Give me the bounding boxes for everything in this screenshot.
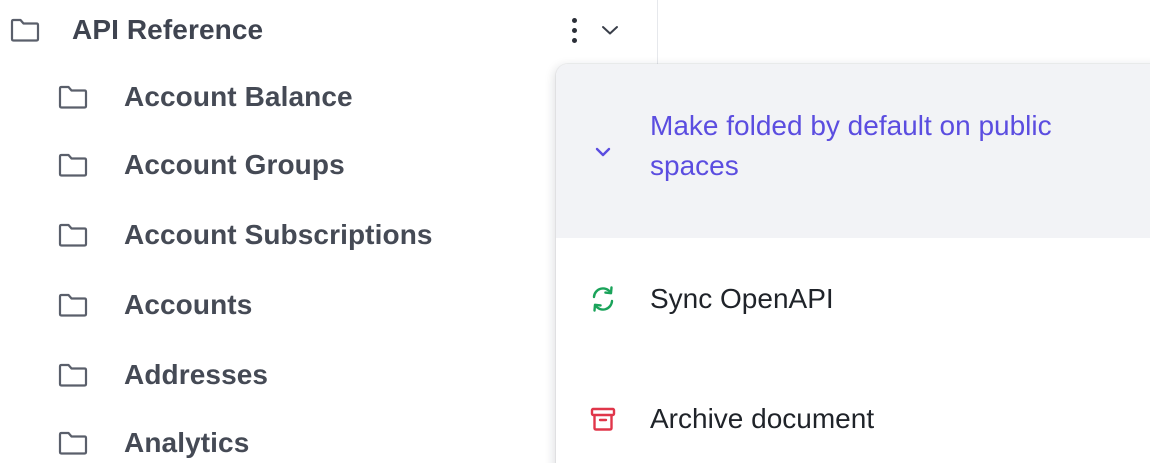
menu-item-sync-openapi[interactable]: Sync OpenAPI [556,274,1150,324]
kebab-dot [571,37,577,43]
tree-item-addresses[interactable]: Addresses [56,355,268,395]
menu-item-label: Sync OpenAPI [650,283,834,314]
tree-item-analytics[interactable]: Analytics [56,423,249,463]
folder-icon [56,221,90,249]
menu-item-label: Make folded by default on public spaces [650,110,1052,181]
tree-item-label: Account Subscriptions [124,219,433,250]
folder-icon [56,151,90,179]
tree-item-label: Accounts [124,289,253,320]
tree-item-account-groups[interactable]: Account Groups [56,145,345,185]
kebab-dot [571,27,577,33]
menu-item-fold-by-default[interactable]: Make folded by default on public spaces [556,64,1150,238]
more-actions-button[interactable] [560,10,588,50]
page: API Reference Account Balance Account Gr… [0,0,1150,463]
folder-icon [56,83,90,111]
menu-item-label: Archive document [650,403,875,434]
tree-item-label: API Reference [72,14,264,45]
context-menu: Make folded by default on public spaces … [556,64,1150,463]
tree-item-accounts[interactable]: Accounts [56,285,252,325]
folder-icon [56,429,90,457]
tree-item-api-reference[interactable]: API Reference [8,10,263,50]
panel-divider [657,0,658,64]
tree-item-account-subscriptions[interactable]: Account Subscriptions [56,215,433,255]
chevron-down-icon [588,137,618,167]
archive-icon [588,404,618,434]
folder-icon [8,16,42,44]
folder-icon [56,361,90,389]
tree-item-account-balance[interactable]: Account Balance [56,77,353,117]
tree-item-label: Account Groups [124,149,345,180]
sync-icon [588,284,618,314]
tree-item-label: Addresses [124,359,269,390]
tree-item-label: Analytics [124,427,250,458]
menu-item-archive-document[interactable]: Archive document [556,394,1150,444]
expand-toggle-button[interactable] [596,14,624,46]
kebab-icon [571,17,577,23]
chevron-down-icon [602,26,618,35]
tree-item-label: Account Balance [124,81,353,112]
folder-icon [56,291,90,319]
